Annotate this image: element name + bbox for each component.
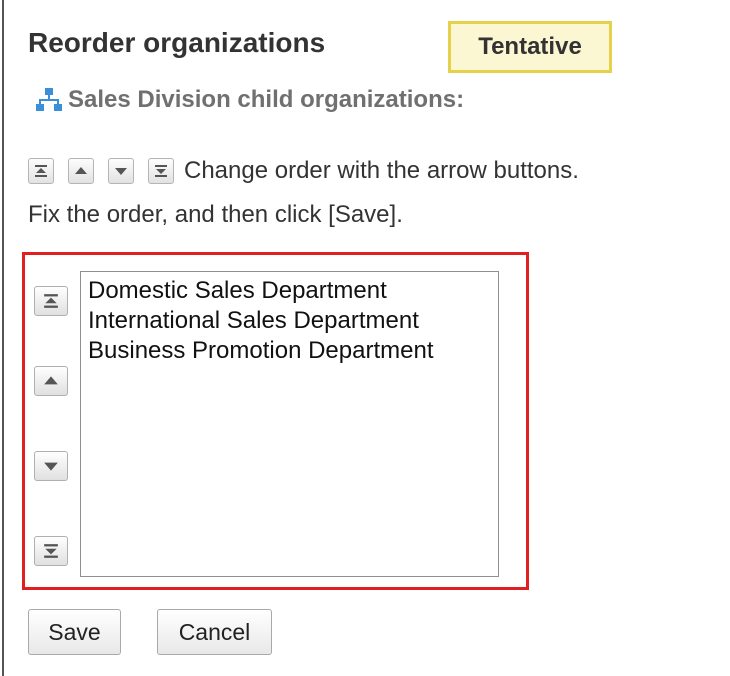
move-down-button[interactable]	[34, 451, 68, 481]
list-item[interactable]: Business Promotion Department	[81, 336, 498, 366]
move-top-button[interactable]	[34, 286, 68, 316]
move-top-icon	[44, 294, 58, 308]
move-bottom-icon	[44, 544, 58, 558]
move-down-icon	[44, 462, 58, 471]
list-item[interactable]: Domestic Sales Department	[81, 276, 498, 306]
move-down-icon	[108, 158, 134, 184]
organization-order-listbox[interactable]: Domestic Sales Department International …	[80, 271, 499, 577]
org-chart-icon	[34, 86, 64, 114]
move-up-icon	[68, 158, 94, 184]
move-bottom-button[interactable]	[34, 536, 68, 566]
instruction-text-2: Fix the order, and then click [Save].	[28, 201, 403, 228]
move-up-icon	[44, 376, 58, 385]
page-title: Reorder organizations	[28, 27, 326, 58]
cancel-button[interactable]: Cancel	[157, 609, 272, 655]
subtitle: Sales Division child organizations:	[34, 86, 464, 114]
instruction-line: Change order with the arrow buttons.	[28, 157, 579, 185]
subtitle-text: Sales Division child organizations:	[68, 86, 465, 113]
list-item[interactable]: International Sales Department	[81, 306, 498, 336]
move-bottom-icon	[148, 158, 174, 184]
move-up-button[interactable]	[34, 366, 68, 396]
instruction-text-1: Change order with the arrow buttons.	[184, 157, 579, 184]
save-button[interactable]: Save	[28, 609, 121, 655]
tentative-badge: Tentative	[448, 21, 612, 73]
move-top-icon	[28, 158, 54, 184]
